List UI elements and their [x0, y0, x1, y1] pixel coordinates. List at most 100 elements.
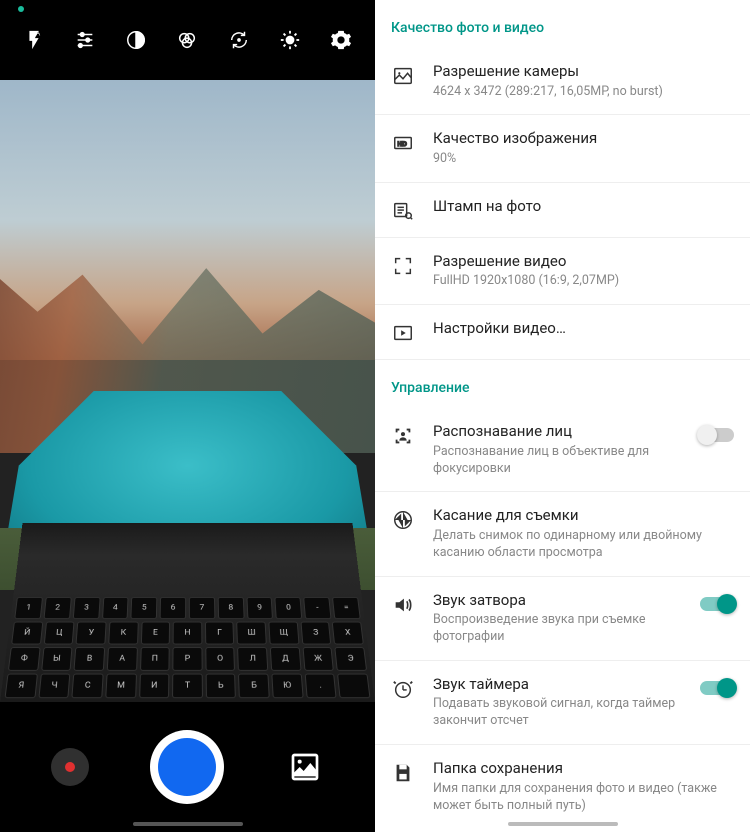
setting-subtitle: Подавать звуковой сигнал, когда таймер з… — [433, 696, 682, 730]
setting-title: Папка сохранения — [433, 759, 734, 779]
setting-subtitle: Распознавание лиц в объективе для фокуси… — [433, 444, 682, 478]
keyboard-key: М — [105, 674, 136, 699]
setting-title: Настройки видео… — [433, 319, 734, 339]
setting-timer-sound[interactable]: Звук таймера Подавать звуковой сигнал, к… — [375, 661, 750, 745]
keyboard-key: Ш — [237, 622, 267, 645]
toggle-face-detection[interactable] — [700, 428, 734, 442]
gallery-button[interactable] — [285, 747, 325, 787]
setting-title: Звук таймера — [433, 675, 682, 695]
setting-image-quality[interactable]: HD Качество изображения 90% — [375, 115, 750, 182]
setting-title: Звук затвора — [433, 591, 682, 611]
setting-camera-resolution[interactable]: Разрешение камеры 4624 x 3472 (289:217, … — [375, 48, 750, 115]
sound-icon — [391, 593, 415, 617]
keyboard-key: = — [332, 597, 361, 619]
setting-title: Разрешение видео — [433, 252, 734, 272]
flash-icon[interactable]: A — [16, 22, 52, 58]
setting-touch-capture[interactable]: Касание для съемки Делать снимок по один… — [375, 492, 750, 576]
setting-photo-stamp[interactable]: Штамп на фото — [375, 183, 750, 238]
keyboard-key: Т — [172, 674, 203, 699]
setting-title: Штамп на фото — [433, 197, 734, 217]
keyboard-key: У — [76, 622, 107, 645]
keyboard-key: Щ — [268, 622, 299, 645]
keyboard-key: В — [74, 647, 105, 671]
shutter-inner-icon — [158, 738, 216, 796]
aperture-icon — [391, 508, 415, 532]
camera-viewfinder[interactable]: 1234567890-=ЙЦУКЕНГШЩЗХФЫВАПРОЛДЖЭЯЧСМИТ… — [0, 80, 375, 702]
brightness-icon[interactable] — [272, 22, 308, 58]
expand-icon — [391, 254, 415, 278]
keyboard-key: . — [304, 674, 337, 699]
setting-video-settings[interactable]: Настройки видео… — [375, 305, 750, 360]
keyboard-key: 7 — [189, 597, 215, 619]
keyboard-key: 3 — [72, 597, 100, 619]
setting-video-resolution[interactable]: Разрешение видео FullHD 1920x1080 (16:9,… — [375, 238, 750, 305]
shutter-button[interactable] — [150, 730, 224, 804]
switch-camera-icon[interactable] — [221, 22, 257, 58]
keyboard-key: Ь — [205, 674, 236, 699]
camera-top-toolbar: A — [0, 0, 375, 80]
keyboard-key: Ы — [41, 647, 73, 671]
keyboard-key: Ж — [302, 647, 334, 671]
setting-face-detection[interactable]: Распознавание лиц Распознавание лиц в об… — [375, 408, 750, 492]
setting-title: Разрешение камеры — [433, 62, 734, 82]
setting-title: Касание для съемки — [433, 506, 734, 526]
record-button[interactable] — [51, 748, 89, 786]
setting-subtitle: 4624 x 3472 (289:217, 16,05MP, no burst) — [433, 84, 734, 101]
record-dot-icon — [65, 762, 75, 772]
keyboard-key: 4 — [102, 597, 129, 619]
keyboard-key: Ц — [43, 622, 74, 645]
keyboard-key: П — [140, 647, 170, 671]
section-header-quality: Качество фото и видео — [375, 0, 750, 48]
setting-subtitle: 90% — [433, 151, 734, 168]
keyboard-key: Ю — [271, 674, 303, 699]
keyboard-key: 0 — [275, 597, 303, 619]
keyboard-key: 2 — [43, 597, 71, 619]
settings-scroll[interactable]: Качество фото и видео Разрешение камеры … — [375, 0, 750, 832]
keyboard-key: Г — [205, 622, 235, 645]
nav-gesture-bar[interactable] — [133, 822, 243, 826]
save-icon — [391, 761, 415, 785]
setting-title: Распознавание лиц — [433, 422, 682, 442]
setting-subtitle: Имя папки для сохранения фото и видео (т… — [433, 781, 734, 815]
stamp-icon — [391, 199, 415, 223]
keyboard-key: Д — [270, 647, 301, 671]
nav-gesture-bar[interactable] — [508, 822, 618, 826]
setting-save-folder[interactable]: Папка сохранения Имя папки для сохранени… — [375, 745, 750, 828]
svg-text:HD: HD — [398, 141, 408, 148]
camera-viewfinder-screen: A 1234567890-=ЙЦУКЕНГШЩЗХФЫВАПРОЛДЖЭЯЧСМ… — [0, 0, 375, 832]
hd-icon: HD — [391, 131, 415, 155]
toggle-timer-sound[interactable] — [700, 681, 734, 695]
keyboard-key: 5 — [131, 597, 158, 619]
keyboard-key: - — [304, 597, 332, 619]
keyboard-key: Р — [173, 647, 203, 671]
sliders-icon[interactable] — [67, 22, 103, 58]
toggle-shutter-sound[interactable] — [700, 597, 734, 611]
keyboard-key: О — [205, 647, 235, 671]
keyboard-key: Н — [173, 622, 202, 645]
keyboard-key: 9 — [246, 597, 273, 619]
keyboard-key — [337, 674, 370, 699]
keyboard-key: К — [108, 622, 138, 645]
timer-icon — [391, 677, 415, 701]
keyboard-key: Х — [332, 622, 364, 645]
contrast-icon[interactable] — [118, 22, 154, 58]
image-icon — [391, 64, 415, 88]
keyboard-key: Л — [238, 647, 269, 671]
svg-text:A: A — [35, 30, 40, 37]
face-icon — [391, 424, 415, 448]
camera-settings-screen: Качество фото и видео Разрешение камеры … — [375, 0, 750, 832]
keyboard-key: 1 — [14, 597, 43, 619]
setting-shutter-sound[interactable]: Звук затвора Воспроизведение звука при с… — [375, 577, 750, 661]
keyboard-key: Ф — [8, 647, 40, 671]
filter-circles-icon[interactable] — [169, 22, 205, 58]
keyboard-key: Э — [335, 647, 367, 671]
keyboard-key: Б — [238, 674, 269, 699]
setting-subtitle: FullHD 1920x1080 (16:9, 2,07MP) — [433, 273, 734, 290]
setting-title: Качество изображения — [433, 129, 734, 149]
keyboard-key: Ч — [38, 674, 71, 699]
keyboard-key: Й — [11, 622, 43, 645]
section-header-control: Управление — [375, 360, 750, 408]
gear-icon[interactable] — [323, 22, 359, 58]
play-icon — [391, 321, 415, 345]
camera-bottom-bar — [0, 702, 375, 832]
